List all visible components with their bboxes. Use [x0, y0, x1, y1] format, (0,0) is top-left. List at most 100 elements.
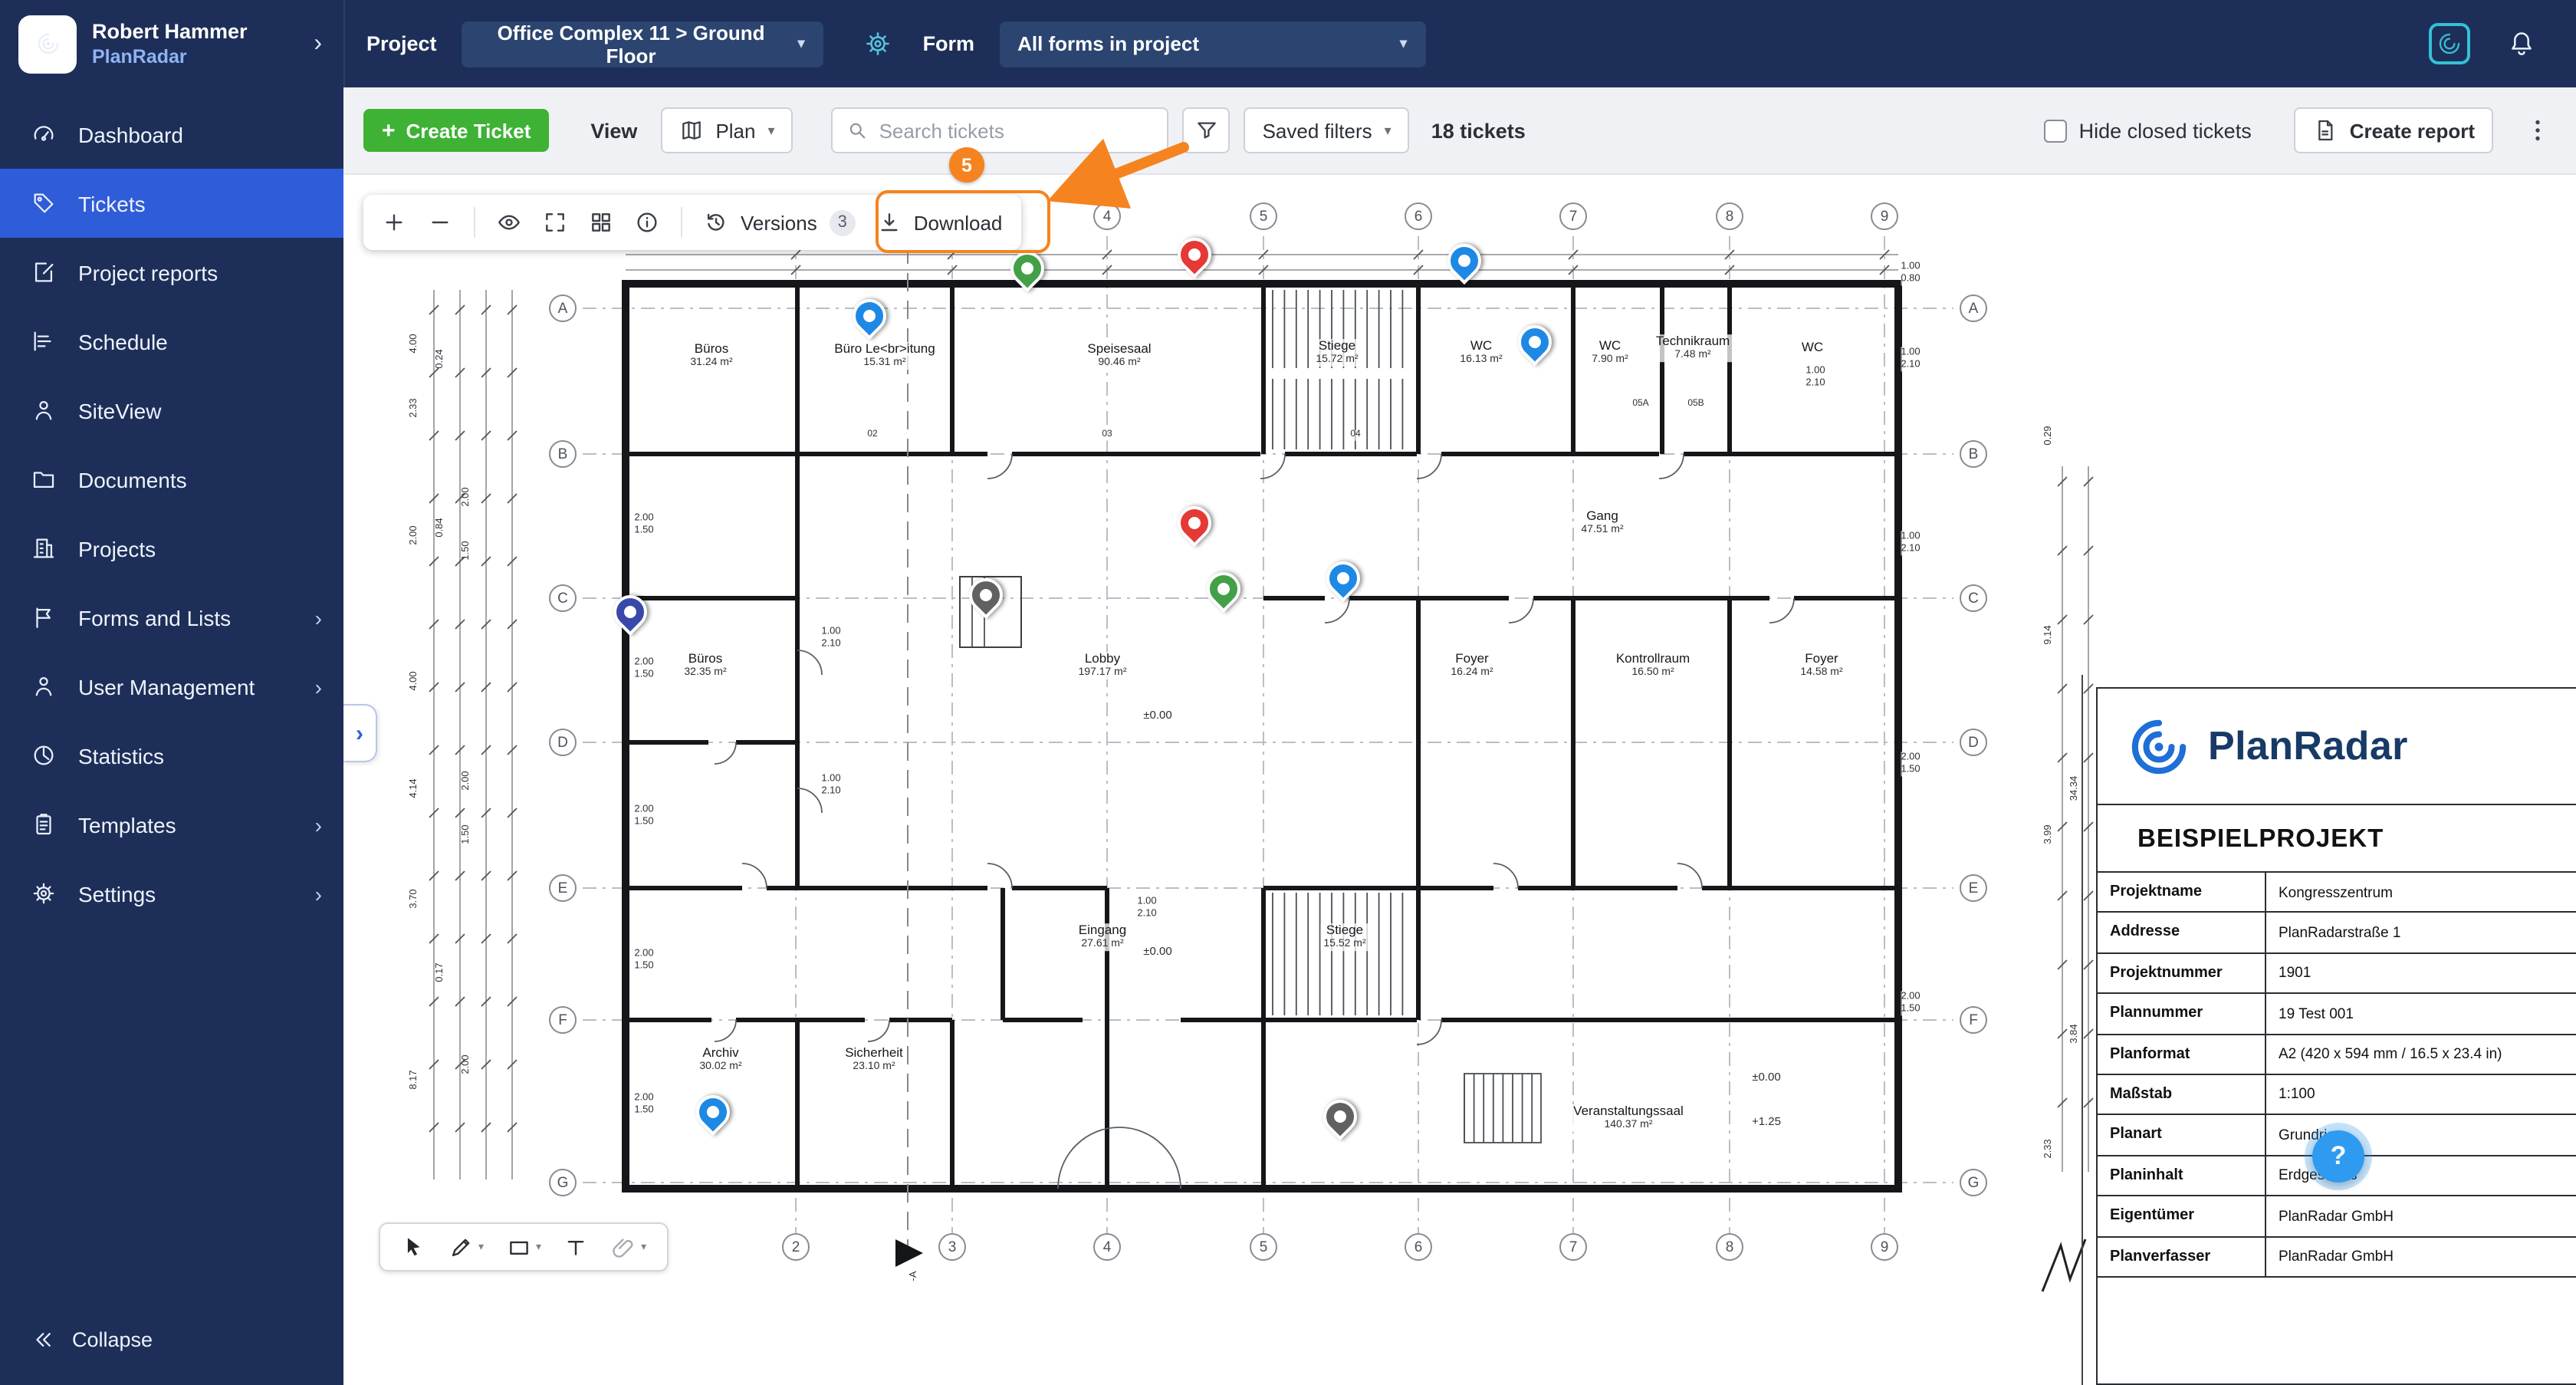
versions-count-badge: 3	[830, 209, 856, 235]
pin-icon	[1200, 565, 1247, 613]
overview-grid-icon	[589, 210, 613, 235]
pin-icon	[689, 1088, 737, 1136]
text-icon	[563, 1234, 589, 1260]
statistics-icon	[31, 742, 57, 768]
ticket-pin[interactable]	[853, 299, 892, 339]
title-block-title: BEISPIELPROJEKT	[2098, 805, 2576, 873]
sidebar-item-dashboard[interactable]: Dashboard	[0, 100, 343, 169]
title-block-row: Projektnummer 1901	[2098, 954, 2576, 995]
pdf-report-icon	[2313, 118, 2338, 143]
ticket-pin[interactable]	[1518, 325, 1558, 365]
filter-button[interactable]	[1183, 107, 1230, 153]
rectangle-icon	[505, 1234, 531, 1260]
plus-icon	[382, 210, 406, 235]
ticket-pin[interactable]	[1178, 506, 1217, 546]
sidebar-item-tickets[interactable]: Tickets	[0, 169, 343, 238]
chevron-right-icon[interactable]: ›	[314, 30, 322, 58]
select-tool-button[interactable]	[389, 1224, 437, 1270]
create-report-label: Create report	[2350, 119, 2475, 142]
shape-tool-button[interactable]: ▾	[495, 1224, 552, 1270]
chevron-down-icon: ▾	[1385, 122, 1392, 139]
sidebar-item-project-reports[interactable]: Project reports	[0, 238, 343, 307]
ticket-pin[interactable]	[1178, 238, 1217, 278]
templates-icon	[31, 811, 57, 837]
download-label: Download	[914, 211, 1003, 234]
sidebar-item-projects[interactable]: Projects	[0, 514, 343, 583]
create-report-button[interactable]: Create report	[2295, 107, 2493, 153]
planradar-logo	[2125, 712, 2193, 780]
documents-icon	[31, 466, 57, 492]
sidebar-item-forms-and-lists[interactable]: Forms and Lists ›	[0, 583, 343, 652]
search-input[interactable]	[879, 119, 1154, 142]
sidebar-collapse-button[interactable]: Collapse	[0, 1305, 343, 1373]
user-block[interactable]: Robert Hammer PlanRadar ›	[0, 0, 343, 87]
sidebar-item-templates[interactable]: Templates ›	[0, 790, 343, 859]
project-select[interactable]: Office Complex 11 > Ground Floor ▾	[462, 21, 823, 67]
more-options-button[interactable]	[2524, 117, 2551, 144]
ticket-pin[interactable]	[1207, 572, 1247, 612]
user-management-icon	[31, 673, 57, 699]
chevron-down-icon: ▾	[768, 122, 775, 139]
ticket-pin[interactable]	[969, 578, 1009, 618]
top-header: Project Office Complex 11 > Ground Floor…	[343, 0, 2576, 87]
title-block-brand: PlanRadar	[2208, 722, 2408, 770]
sidebar-item-label: Settings	[78, 881, 156, 906]
sidebar-item-label: Schedule	[78, 329, 168, 354]
project-settings-button[interactable]	[863, 29, 892, 58]
versions-button[interactable]: Versions 3	[704, 209, 856, 235]
zoom-out-button[interactable]	[428, 210, 452, 235]
pen-tool-button[interactable]: ▾	[437, 1224, 495, 1270]
plan-title-block: PlanRadar BEISPIELPROJEKT Projektname Ko…	[2096, 687, 2576, 1385]
ticket-pin[interactable]	[1447, 244, 1487, 284]
attachment-tool-button[interactable]: ▾	[600, 1224, 657, 1270]
planradar-swirl-icon	[34, 31, 61, 57]
sidebar-item-label: User Management	[78, 674, 255, 699]
notifications-button[interactable]	[2507, 29, 2536, 58]
chevron-down-icon: ▾	[1400, 35, 1407, 52]
plan-overview-button[interactable]	[589, 210, 613, 235]
saved-filters-select[interactable]: Saved filters ▾	[1244, 107, 1410, 153]
help-button[interactable]: ?	[2312, 1130, 2364, 1183]
create-ticket-button[interactable]: + Create Ticket	[363, 109, 549, 152]
ticket-pin[interactable]	[613, 595, 653, 635]
sidebar-item-schedule[interactable]: Schedule	[0, 307, 343, 376]
toolbar-divider	[681, 207, 682, 238]
ticket-pin[interactable]	[696, 1095, 736, 1135]
planradar-connect-button[interactable]	[2429, 23, 2470, 64]
view-mode-select[interactable]: Plan ▾	[660, 107, 793, 153]
eye-icon	[497, 210, 521, 235]
form-select[interactable]: All forms in project ▾	[999, 21, 1425, 67]
versions-label: Versions	[741, 211, 817, 234]
plan-viewer[interactable]: 23456789 23456789 ABCDEFG ABCDEFG Büros …	[343, 175, 2576, 1385]
sidebar-item-statistics[interactable]: Statistics	[0, 721, 343, 790]
title-block-row: Eigentümer PlanRadar GmbH	[2098, 1196, 2576, 1237]
hide-closed-toggle[interactable]: Hide closed tickets	[2044, 119, 2252, 142]
expand-panel-tab[interactable]: ›	[343, 704, 377, 762]
plan-info-button[interactable]	[635, 210, 659, 235]
annotation-toolbar: ▾ ▾ ▾	[379, 1222, 668, 1272]
view-label: View	[590, 119, 637, 142]
sidebar-item-settings[interactable]: Settings ›	[0, 859, 343, 928]
sidebar-item-user-management[interactable]: User Management ›	[0, 652, 343, 721]
user-name: Robert Hammer	[92, 18, 248, 44]
sidebar-item-siteview[interactable]: SiteView	[0, 376, 343, 445]
visibility-button[interactable]	[497, 210, 521, 235]
ticket-pin[interactable]	[1010, 252, 1050, 291]
title-block-row: Projektname Kongresszentrum	[2098, 873, 2576, 913]
ticket-pin[interactable]	[1323, 1100, 1363, 1140]
zoom-in-button[interactable]	[382, 210, 406, 235]
checkbox-icon[interactable]	[2044, 119, 2067, 142]
chevron-right-icon: ›	[315, 881, 322, 906]
ticket-pin[interactable]	[1326, 561, 1366, 601]
pin-icon	[846, 292, 893, 340]
sidebar-item-documents[interactable]: Documents	[0, 445, 343, 514]
fullscreen-button[interactable]	[543, 210, 567, 235]
download-button[interactable]: Download	[877, 210, 1003, 235]
app-window: Robert Hammer PlanRadar › Dashboard Tick…	[0, 0, 2576, 1385]
tickets-icon	[31, 190, 57, 216]
plan-toolbar: Versions 3 Download	[363, 195, 1020, 250]
projects-icon	[31, 535, 57, 561]
project-label: Project	[366, 32, 437, 55]
project-reports-icon	[31, 259, 57, 285]
text-tool-button[interactable]	[552, 1224, 600, 1270]
